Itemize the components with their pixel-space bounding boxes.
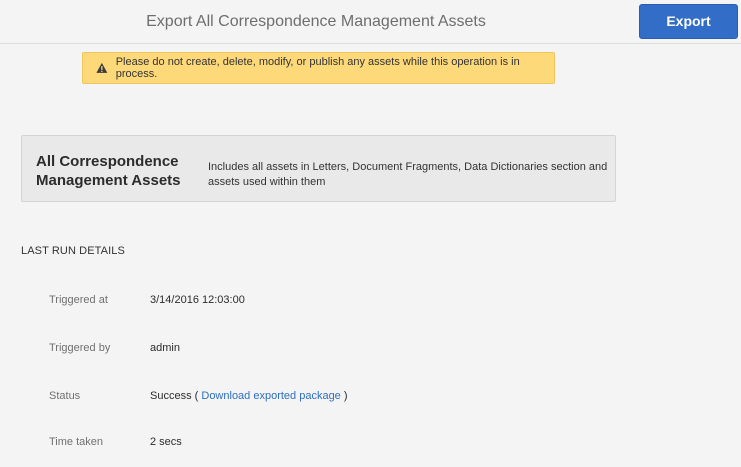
asset-card: All Correspondence Management Assets Inc… [21, 135, 616, 202]
last-run-heading: LAST RUN DETAILS [21, 245, 125, 257]
triggered-by-value: admin [150, 342, 180, 354]
asset-card-description: Includes all assets in Letters, Document… [208, 160, 608, 190]
asset-card-title-line1: All Correspondence [36, 153, 179, 170]
time-taken-value: 2 secs [150, 436, 182, 448]
export-button[interactable]: Export [639, 4, 738, 39]
detail-row-status: Status Success ( Download exported packa… [0, 390, 741, 406]
triggered-at-value: 3/14/2016 12:03:00 [150, 294, 245, 306]
asset-card-description-line2: assets used within them [208, 176, 326, 188]
triggered-at-label: Triggered at [49, 294, 108, 306]
status-value: Success ( Download exported package ) [150, 390, 348, 402]
detail-row-time-taken: Time taken 2 secs [0, 436, 741, 452]
warning-banner: Please do not create, delete, modify, or… [82, 52, 555, 84]
status-text: Success [150, 390, 192, 402]
time-taken-label: Time taken [49, 436, 104, 448]
triggered-by-label: Triggered by [49, 342, 111, 354]
asset-card-description-line1: Includes all assets in Letters, Document… [208, 161, 608, 173]
top-bar: Export All Correspondence Management Ass… [0, 0, 741, 44]
detail-row-triggered-by: Triggered by admin [0, 342, 741, 358]
detail-row-triggered-at: Triggered at 3/14/2016 12:03:00 [0, 294, 741, 310]
asset-card-title: All Correspondence Management Assets [36, 152, 196, 190]
status-label: Status [49, 390, 81, 402]
asset-card-title-line2: Management Assets [36, 172, 181, 189]
warning-text: Please do not create, delete, modify, or… [115, 56, 520, 80]
status-open-paren: ( [194, 390, 199, 402]
download-package-link[interactable]: Download exported package [201, 390, 340, 402]
status-close-paren: ) [343, 390, 348, 402]
page-title: Export All Correspondence Management Ass… [146, 13, 486, 30]
warning-triangle-icon [96, 62, 108, 73]
